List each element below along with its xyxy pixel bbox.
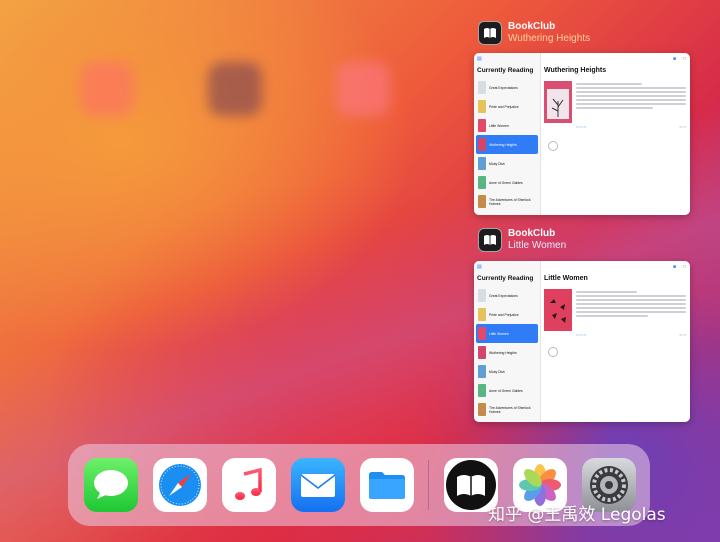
- book-title: The Adventures of Sherlock Holmes: [489, 197, 531, 206]
- book-icon: [478, 228, 502, 252]
- detail-title: Little Women: [544, 275, 588, 282]
- list-item[interactable]: The Adventures of Sherlock Holmes: [476, 192, 538, 211]
- page-count: ▭ ▭: [679, 125, 686, 129]
- list-item[interactable]: Wuthering Heights: [476, 343, 538, 362]
- bookmark-icon[interactable]: ■: [673, 56, 676, 62]
- window-preview-wuthering-heights[interactable]: ▤ Currently Reading Great Expectations P…: [474, 53, 690, 215]
- book-title: Wuthering Heights: [489, 350, 517, 355]
- book-title: Wuthering Heights: [489, 142, 517, 147]
- progress-ring: [548, 347, 558, 357]
- list-item-selected[interactable]: Wuthering Heights: [476, 135, 538, 154]
- detail-pane: ■ □ Wuthering Heights ▭ ▭ ▭ ▭ ▭: [544, 53, 690, 215]
- book-title: Pride and Prejudice: [489, 104, 519, 109]
- app-name: BookClub: [508, 21, 556, 32]
- blurred-app-icon: [208, 62, 262, 116]
- sidebar: ▤ Currently Reading Great Expectations P…: [474, 53, 541, 215]
- sidebar-toggle-icon[interactable]: ▤: [477, 56, 482, 62]
- bookmark-icon[interactable]: ■: [673, 264, 676, 270]
- list-item[interactable]: Moby Dick: [476, 362, 538, 381]
- detail-pane: ■ □ Little Women ▭ ▭ ▭ ▭ ▭: [544, 261, 690, 422]
- book-title: Pride and Prejudice: [489, 312, 519, 317]
- progress-ring: [548, 141, 558, 151]
- book-title: Moby Dick: [489, 161, 505, 166]
- blurred-app-icon: [336, 62, 390, 116]
- description-text: [576, 291, 686, 319]
- description-text: [576, 83, 686, 111]
- window-header[interactable]: BookClub Little Women: [478, 228, 566, 252]
- list-item[interactable]: Pride and Prejudice: [476, 305, 538, 324]
- list-item[interactable]: The Adventures of Sherlock Holmes: [476, 400, 538, 419]
- book-title: Little Women: [489, 331, 509, 336]
- book-cover: [544, 289, 572, 331]
- book-title: Great Expectations: [489, 85, 518, 90]
- list-item-selected[interactable]: Little Women: [476, 324, 538, 343]
- files-icon[interactable]: [360, 458, 414, 512]
- app-name: BookClub: [508, 228, 556, 239]
- watermark-text: 知乎 @王禹效 Legolas: [488, 505, 666, 525]
- share-icon[interactable]: □: [683, 56, 686, 62]
- update-progress-link[interactable]: ▭ ▭ ▭: [576, 125, 586, 129]
- list-item[interactable]: Pride and Prejudice: [476, 97, 538, 116]
- list-item[interactable]: Great Expectations: [476, 286, 538, 305]
- list-item[interactable]: Anne of Green Gables: [476, 381, 538, 400]
- sidebar-title: Currently Reading: [477, 275, 534, 282]
- book-title: The Adventures of Sherlock Holmes: [489, 405, 531, 414]
- book-title: Great Expectations: [489, 293, 518, 298]
- music-icon[interactable]: [222, 458, 276, 512]
- book-title: Moby Dick: [489, 369, 505, 374]
- book-icon: [478, 21, 502, 45]
- window-preview-little-women[interactable]: ▤ Currently Reading Great Expectations P…: [474, 261, 690, 422]
- blurred-app-icon: [80, 62, 134, 116]
- sidebar-title: Currently Reading: [477, 67, 534, 74]
- detail-title: Wuthering Heights: [544, 67, 607, 74]
- window-header[interactable]: BookClub Wuthering Heights: [478, 21, 590, 45]
- book-title: Anne of Green Gables: [489, 388, 523, 393]
- list-item[interactable]: Little Women: [476, 116, 538, 135]
- mail-icon[interactable]: [291, 458, 345, 512]
- messages-icon[interactable]: [84, 458, 138, 512]
- share-icon[interactable]: □: [683, 264, 686, 270]
- sidebar: ▤ Currently Reading Great Expectations P…: [474, 261, 541, 422]
- list-item[interactable]: Moby Dick: [476, 154, 538, 173]
- window-title: Wuthering Heights: [508, 33, 591, 44]
- list-item[interactable]: Anne of Green Gables: [476, 173, 538, 192]
- book-title: Little Women: [489, 123, 509, 128]
- safari-icon[interactable]: [153, 458, 207, 512]
- book-title: Anne of Green Gables: [489, 180, 523, 185]
- list-item[interactable]: Great Expectations: [476, 78, 538, 97]
- sidebar-toggle-icon[interactable]: ▤: [477, 264, 482, 270]
- page-count: ▭ ▭: [679, 333, 686, 337]
- update-progress-link[interactable]: ▭ ▭ ▭: [576, 333, 586, 337]
- dock-separator: [428, 460, 429, 510]
- book-cover: [544, 81, 572, 123]
- window-title: Little Women: [508, 240, 567, 251]
